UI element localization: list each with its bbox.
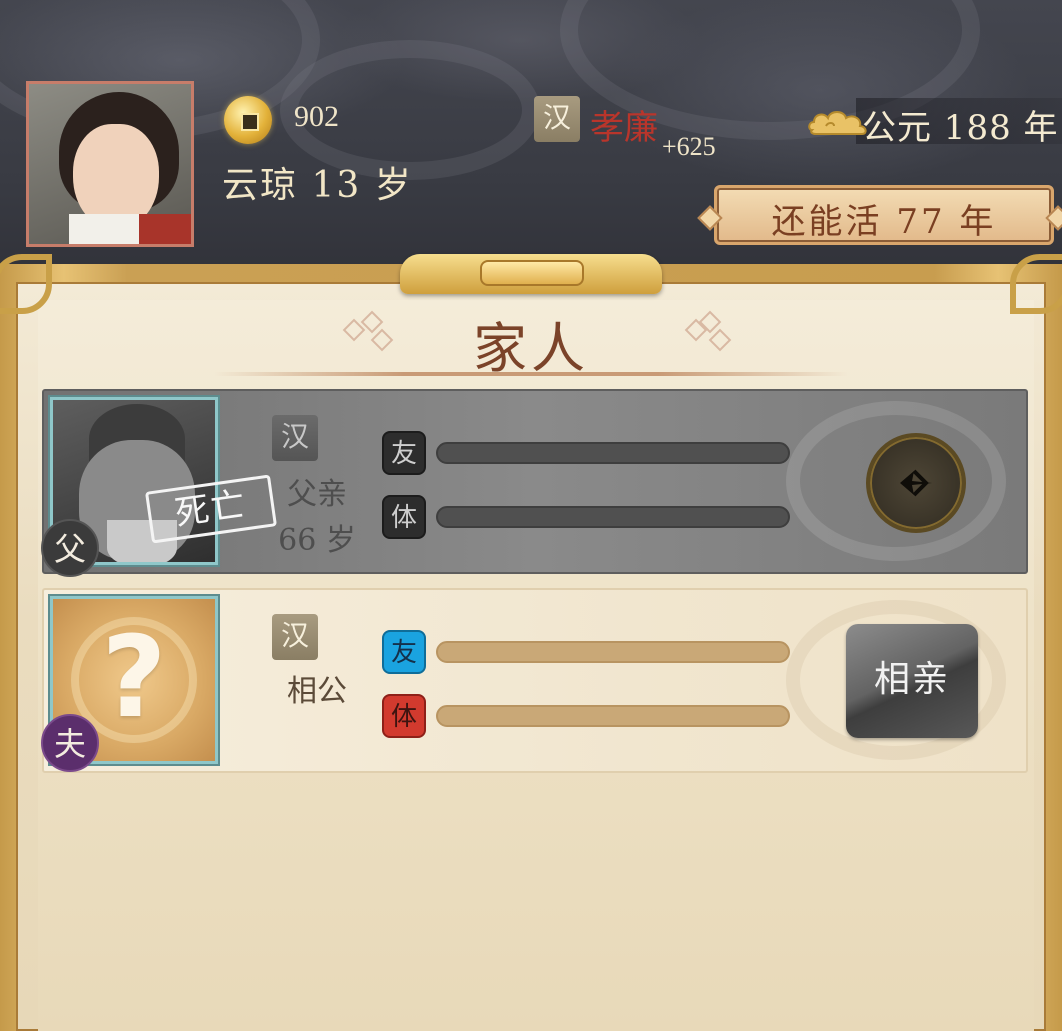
coin-amount: 902 <box>294 100 339 133</box>
family-card-husband[interactable]: ? 夫 汉 相公 友 体 相亲 <box>41 588 1028 773</box>
title-bonus: +625 <box>662 132 716 161</box>
player-title: 孝廉 <box>590 108 658 148</box>
member-role: 相公 <box>287 674 347 709</box>
current-year: 公元 188 年 <box>862 108 1059 148</box>
family-card-father[interactable]: 父 汉 父亲 66 岁 死亡 友 体 <box>41 389 1028 577</box>
coin-icon <box>224 96 272 144</box>
friendship-bar <box>436 641 790 663</box>
relation-badge: 夫 <box>41 714 99 772</box>
health-bar <box>436 705 790 727</box>
lifespan-text: 还能活 77 年 <box>771 202 997 242</box>
visit-button[interactable] <box>866 433 966 533</box>
crest-ornament <box>400 254 662 294</box>
friendship-icon: 友 <box>382 431 426 475</box>
relation-badge: 父 <box>41 519 99 577</box>
player-avatar[interactable]: ♀ <box>26 81 194 247</box>
matchmaking-button[interactable]: 相亲 <box>846 624 978 738</box>
health-icon: 体 <box>382 694 426 738</box>
nation-tag: 汉 <box>272 415 318 461</box>
lifespan-banner: 还能活 77 年 <box>714 185 1054 245</box>
health-bar <box>436 506 790 528</box>
friendship-bar <box>436 442 790 464</box>
title-divider <box>214 372 848 376</box>
member-role: 父亲 <box>287 477 347 512</box>
player-name-age: 云琼 13 岁 <box>222 165 413 206</box>
robe <box>69 214 191 244</box>
nation-tag: 汉 <box>272 614 318 660</box>
health-icon: 体 <box>382 495 426 539</box>
nation-tag: 汉 <box>534 96 580 142</box>
go-arrow-icon <box>900 469 932 497</box>
friendship-icon: 友 <box>382 630 426 674</box>
cloud-icon <box>808 111 867 135</box>
